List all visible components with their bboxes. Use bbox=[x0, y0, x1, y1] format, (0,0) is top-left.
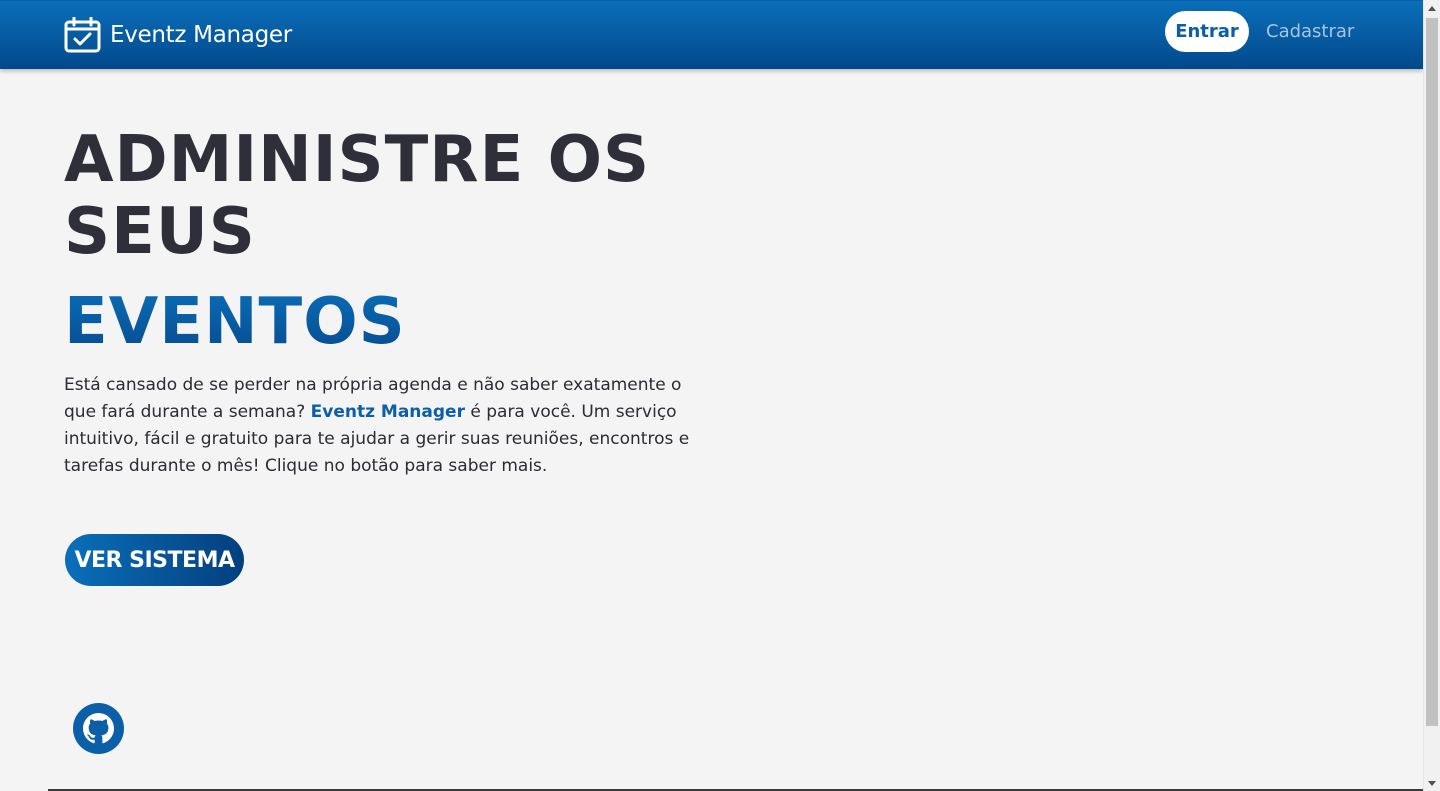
calendar-check-icon bbox=[64, 17, 101, 53]
scroll-down-icon[interactable] bbox=[1424, 775, 1440, 791]
hero-title: ADMINISTRE OS SEUS bbox=[64, 123, 651, 269]
ver-sistema-button[interactable]: VER SISTEMA bbox=[65, 534, 244, 586]
brand-link[interactable]: Eventz Manager bbox=[64, 17, 292, 53]
scrollbar-thumb[interactable] bbox=[1426, 18, 1438, 726]
github-icon bbox=[83, 713, 114, 744]
scroll-up-icon[interactable] bbox=[1424, 0, 1440, 16]
description-highlight: Eventz Manager bbox=[310, 402, 465, 422]
vertical-scrollbar[interactable] bbox=[1423, 0, 1440, 791]
register-link[interactable]: Cadastrar bbox=[1266, 21, 1354, 42]
hero-description: Está cansado de se perder na própria age… bbox=[64, 372, 716, 480]
hero-accent-title: EVENTOS bbox=[64, 285, 406, 359]
brand-name: Eventz Manager bbox=[110, 22, 292, 48]
github-link[interactable] bbox=[73, 703, 124, 754]
login-button[interactable]: Entrar bbox=[1165, 11, 1249, 52]
navbar: Eventz Manager Entrar Cadastrar bbox=[0, 0, 1423, 69]
